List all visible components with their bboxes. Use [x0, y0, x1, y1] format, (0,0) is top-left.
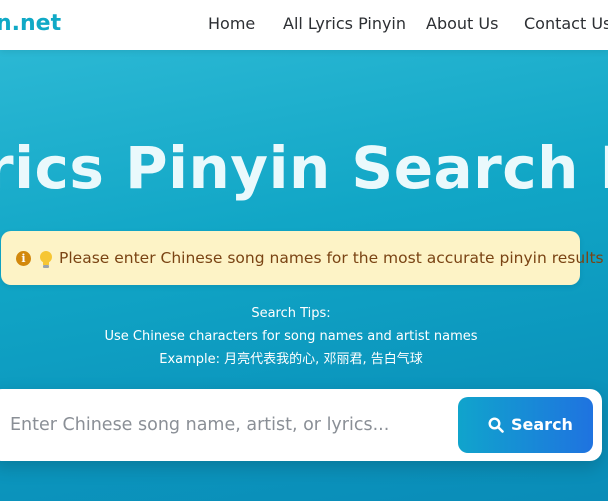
nav-link-all-lyrics-pinyin[interactable]: All Lyrics Pinyin — [283, 14, 406, 34]
search-icon — [488, 417, 504, 433]
hero-section: rics Pinyin Search Engi i Please enter C… — [0, 50, 608, 501]
search-input[interactable] — [10, 403, 450, 447]
search-button-label: Search — [511, 415, 573, 434]
top-navbar: n.net Home All Lyrics Pinyin About Us Co… — [0, 0, 608, 50]
search-tips-line: Use Chinese characters for song names an… — [104, 329, 478, 344]
search-tips: Search Tips: Use Chinese characters for … — [0, 302, 582, 371]
search-tips-example: Example: 月亮代表我的心, 邓丽君, 告白气球 — [159, 352, 423, 367]
nav-link-about-us[interactable]: About Us — [426, 14, 498, 34]
hero-title: rics Pinyin Search Engi — [0, 134, 608, 202]
notice-text: Please enter Chinese song names for the … — [59, 249, 604, 267]
search-bar: Search — [0, 389, 602, 461]
lightbulb-icon — [39, 250, 53, 270]
info-icon: i — [16, 251, 31, 266]
nav-link-contact-us[interactable]: Contact Us — [524, 14, 608, 34]
site-logo-text[interactable]: n.net — [0, 10, 61, 38]
search-tips-heading: Search Tips: — [251, 306, 331, 321]
search-button[interactable]: Search — [458, 397, 593, 453]
notice-banner: i Please enter Chinese song names for th… — [1, 231, 604, 285]
nav-link-home[interactable]: Home — [208, 14, 255, 34]
